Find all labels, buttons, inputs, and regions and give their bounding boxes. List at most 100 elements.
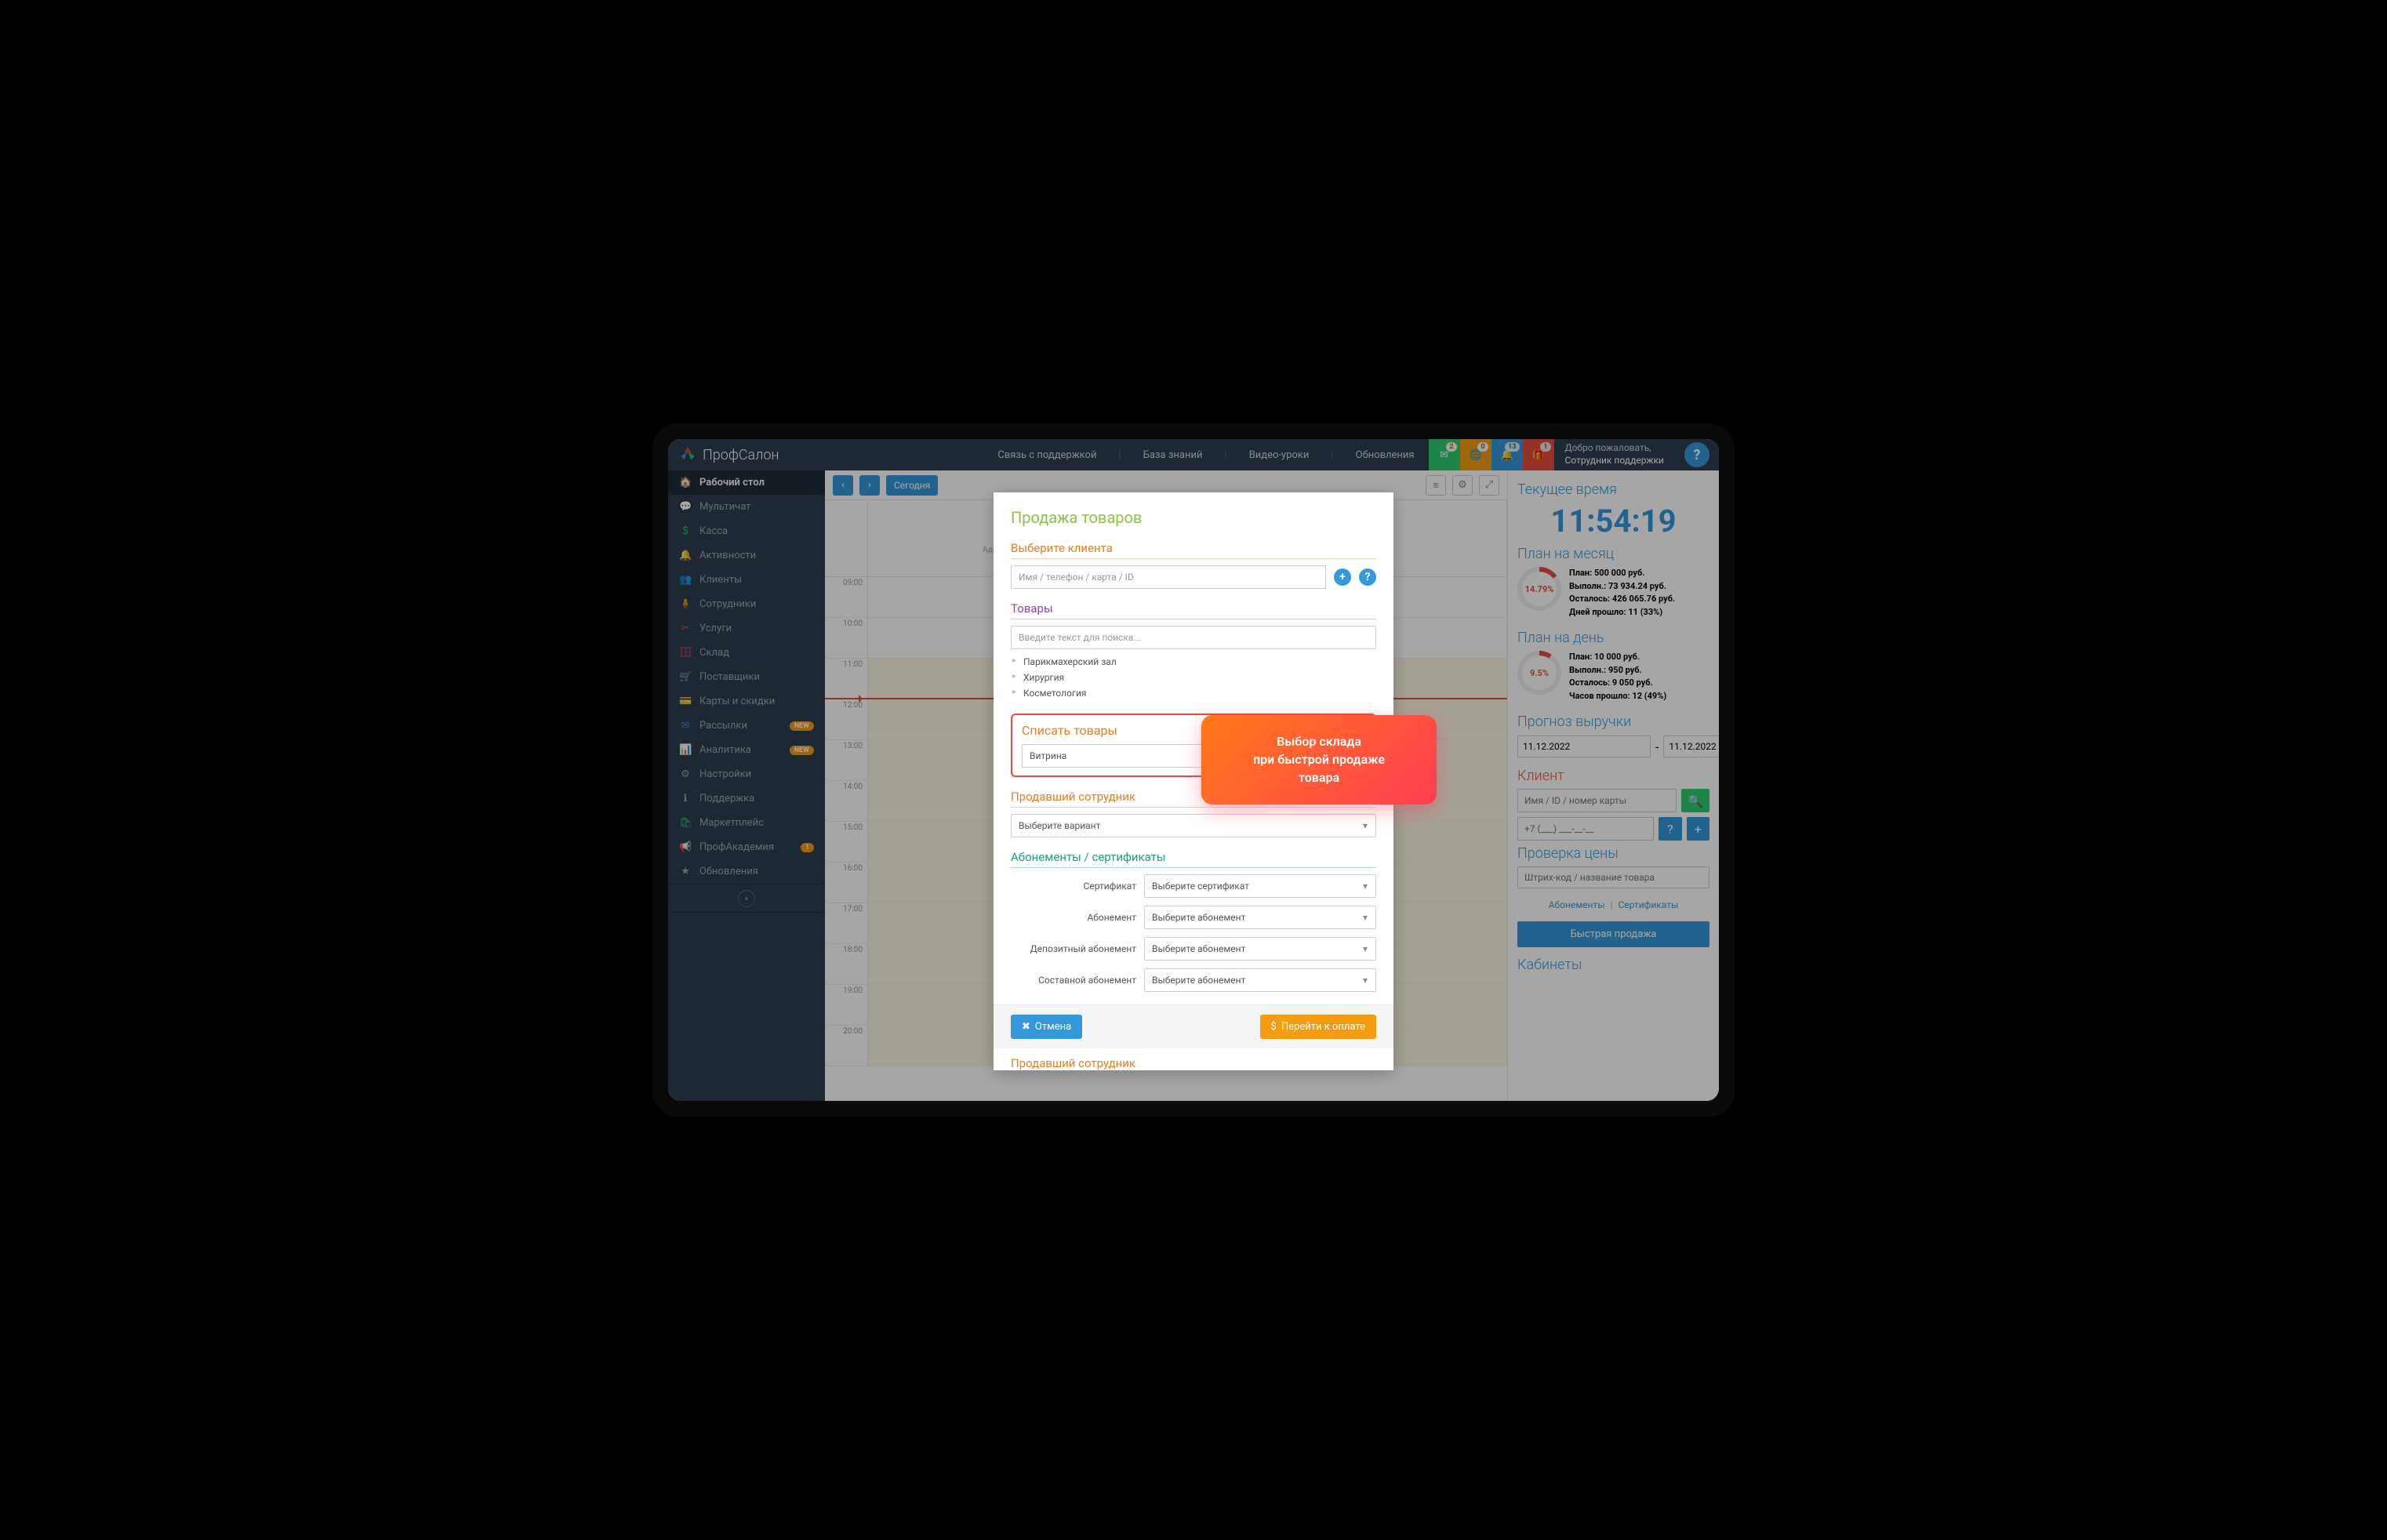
goods-tree-item[interactable]: Парикмахерский зал: [1011, 654, 1376, 670]
abon-select[interactable]: Выберите абонемент: [1144, 906, 1376, 929]
sidebar-icon: 🛒: [679, 671, 692, 683]
client-help-button[interactable]: ?: [1659, 817, 1682, 841]
sidebar-collapse[interactable]: «: [668, 884, 825, 913]
modal-title: Продажа товаров: [1011, 508, 1376, 527]
time-heading: Текущее время: [1517, 481, 1709, 498]
today-button[interactable]: Сегодня: [886, 475, 938, 496]
welcome-line1: Добро пожаловать,: [1565, 442, 1664, 455]
client-add-button[interactable]: +: [1687, 817, 1710, 841]
sidebar-item-6[interactable]: ✂Услуги: [668, 616, 825, 641]
next-button[interactable]: ›: [859, 475, 880, 496]
sidebar-item-2[interactable]: $Касса: [668, 519, 825, 543]
goods-tree: Парикмахерский зал Хирургия Косметология: [1011, 654, 1376, 701]
goods-section-heading: Товары: [1011, 601, 1376, 619]
toolbar-menu-icon[interactable]: ≡: [1426, 475, 1446, 496]
sidebar-item-1[interactable]: 💬Мультичат: [668, 495, 825, 519]
sidebar-item-label: Обновления: [699, 866, 758, 877]
cutoff-seller-heading: Продавший сотрудник: [1011, 1048, 1376, 1070]
toplink-updates[interactable]: Обновления: [1356, 441, 1415, 469]
hour-label: 18:00: [825, 944, 868, 984]
sidebar-item-10[interactable]: ✉РассылкиNEW: [668, 714, 825, 738]
hour-label: 20:00: [825, 1026, 868, 1066]
comp-select[interactable]: Выберите абонемент: [1144, 968, 1376, 992]
globe-icon[interactable]: 🌐0: [1460, 439, 1491, 470]
sidebar-item-9[interactable]: 💳Карты и скидки: [668, 689, 825, 714]
toplink-support[interactable]: Связь с поддержкой: [997, 441, 1096, 469]
sidebar-icon: 📢: [679, 841, 692, 853]
brand-logo-icon: [679, 446, 696, 463]
sidebar-item-0[interactable]: 🏠Рабочий стол: [668, 470, 825, 495]
help-icon[interactable]: ?: [1684, 442, 1709, 467]
sidebar-item-16[interactable]: ★Обновления: [668, 859, 825, 884]
add-client-icon[interactable]: +: [1334, 568, 1351, 586]
sidebar-item-label: Склад: [699, 647, 729, 659]
welcome-line2: Сотрудник поддержки: [1565, 455, 1664, 467]
goods-search-input[interactable]: [1011, 626, 1376, 649]
price-check-input[interactable]: [1517, 866, 1709, 888]
bell-icon[interactable]: 🔔13: [1491, 439, 1523, 470]
quick-sale-button[interactable]: Быстрая продажа: [1517, 921, 1709, 947]
link-certificates[interactable]: Сертификаты: [1619, 899, 1679, 910]
toplink-video[interactable]: Видео-уроки: [1249, 441, 1310, 469]
sidebar-item-label: Маркетплейс: [699, 817, 764, 829]
cancel-button[interactable]: ✖Отмена: [1011, 1015, 1082, 1039]
goods-tree-item[interactable]: Косметология: [1011, 685, 1376, 701]
toolbar-gear-icon[interactable]: ⚙: [1452, 475, 1473, 496]
sidebar-item-label: Аналитика: [699, 744, 751, 756]
plan-month-gauge: 14.79%: [1517, 567, 1561, 611]
plan-day-text: План: 10 000 руб. Выполн.: 950 руб. Оста…: [1569, 651, 1666, 703]
plan-month-heading: План на месяц: [1517, 546, 1709, 562]
hour-label: 10:00: [825, 618, 868, 658]
hour-label: 15:00: [825, 822, 868, 862]
rooms-heading: Кабинеты: [1517, 957, 1709, 973]
forecast-heading: Прогноз выручки: [1517, 714, 1709, 730]
sidebar-icon: ✉: [679, 720, 692, 732]
hour-label: 12:00: [825, 699, 868, 739]
sidebar-item-5[interactable]: 🧍Сотрудники: [668, 592, 825, 616]
sidebar-item-15[interactable]: 📢ПрофАкадемия1: [668, 835, 825, 859]
sidebar-item-11[interactable]: 📊АналитикаNEW: [668, 738, 825, 762]
mail-badge: 2: [1446, 442, 1456, 452]
client-help-icon[interactable]: ?: [1359, 568, 1376, 586]
client-search-button[interactable]: 🔍: [1681, 789, 1709, 812]
toolbar-expand-icon[interactable]: ⤢: [1479, 475, 1499, 496]
date-to-input[interactable]: [1663, 735, 1719, 757]
mail-icon[interactable]: ✉2: [1429, 439, 1460, 470]
sidebar-icon: ✂: [679, 623, 692, 634]
sidebar-item-label: ПрофАкадемия: [699, 841, 774, 853]
sidebar-item-8[interactable]: 🛒Поставщики: [668, 665, 825, 689]
sidebar-item-label: Активности: [699, 550, 756, 561]
toplink-kb[interactable]: База знаний: [1143, 441, 1203, 469]
link-abonements[interactable]: Абонементы: [1549, 899, 1605, 910]
date-from-input[interactable]: [1517, 735, 1651, 757]
sidebar-item-13[interactable]: ℹ Поддержка: [668, 786, 825, 811]
hour-label: 14:00: [825, 781, 868, 821]
sidebar-icon: ℹ: [679, 793, 692, 805]
client-search-input[interactable]: [1517, 789, 1677, 812]
goods-tree-item[interactable]: Хирургия: [1011, 670, 1376, 685]
client-phone-input[interactable]: [1517, 817, 1654, 841]
plan-day-gauge: 9.5%: [1517, 651, 1561, 695]
modal-client-input[interactable]: [1011, 565, 1326, 589]
sidebar-item-14[interactable]: 🛍Маркетплейс: [668, 811, 825, 835]
cert-select[interactable]: Выберите сертификат: [1144, 874, 1376, 898]
sidebar-item-12[interactable]: ⚙Настройки: [668, 762, 825, 786]
dep-select[interactable]: Выберите абонемент: [1144, 937, 1376, 961]
sidebar-icon: 💬: [679, 501, 692, 513]
sidebar-item-4[interactable]: 👥Клиенты: [668, 568, 825, 592]
client-heading: Клиент: [1517, 768, 1709, 784]
seller-select[interactable]: Выберите вариант: [1011, 814, 1376, 837]
sidebar-item-label: Поддержка: [699, 793, 754, 805]
gift-icon[interactable]: 🎁1: [1523, 439, 1554, 470]
sidebar-item-label: Касса: [699, 525, 728, 537]
comp-label: Составной абонемент: [1011, 975, 1136, 986]
sidebar-item-7[interactable]: 🗄Склад: [668, 641, 825, 665]
goto-payment-button[interactable]: $Перейти к оплате: [1260, 1015, 1376, 1039]
subs-heading: Абонементы / сертификаты: [1011, 850, 1376, 868]
prev-button[interactable]: ‹: [833, 475, 853, 496]
welcome-text: Добро пожаловать, Сотрудник поддержки: [1554, 442, 1675, 467]
sidebar-item-3[interactable]: 🔔Активности: [668, 543, 825, 568]
abon-label: Абонемент: [1011, 912, 1136, 923]
brand-name: ПрофСалон: [703, 447, 779, 463]
cert-label: Сертификат: [1011, 881, 1136, 892]
